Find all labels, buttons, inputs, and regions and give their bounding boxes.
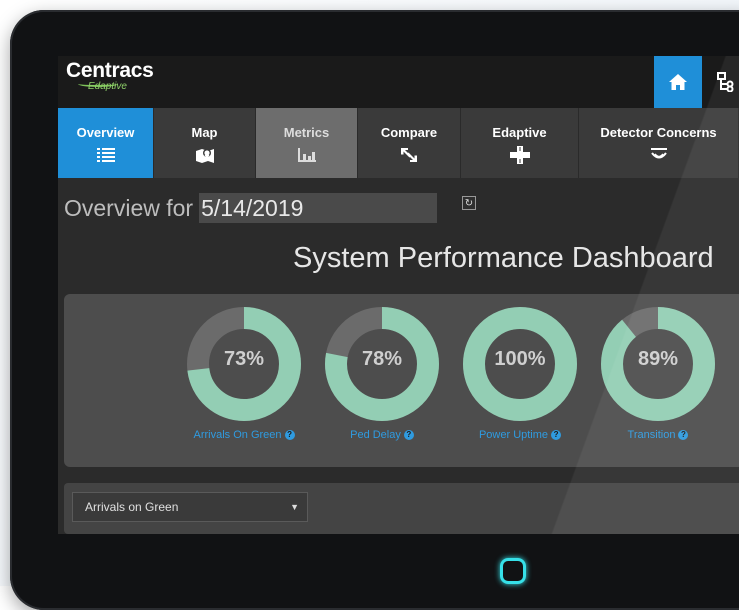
info-icon[interactable]: ?	[551, 430, 562, 440]
overview-label: Overview for	[64, 194, 194, 221]
tab-label: Compare	[380, 125, 438, 140]
tab-map[interactable]: Map	[154, 108, 256, 178]
app-screen: Centracs Edaptive Overview Map Metrics C…	[58, 56, 739, 534]
chevron-down-icon: ▼	[290, 502, 299, 512]
date-field[interactable]: 5/14/2019	[199, 193, 438, 223]
sitemap-icon	[717, 72, 734, 92]
top-bar: Centracs Edaptive	[58, 56, 739, 108]
tab-label: Overview	[76, 125, 135, 140]
tab-edaptive[interactable]: Edaptive	[461, 108, 579, 178]
dashboard-title: System Performance Dashboard	[293, 242, 714, 274]
logo-text: Centracs	[66, 59, 154, 82]
tab-metrics[interactable]: Metrics	[256, 108, 358, 178]
metric-select-bar: Arrivals on Green ▼	[64, 483, 739, 534]
gauge-value: 78%	[361, 348, 403, 370]
hierarchy-button[interactable]	[706, 56, 739, 108]
info-icon[interactable]: ?	[284, 430, 295, 440]
info-icon[interactable]: ?	[403, 430, 414, 440]
overview-header: Overview for 5/14/2019	[64, 193, 438, 223]
gauge-power-uptime[interactable]: 100% Power Uptime?	[460, 304, 580, 441]
gauge-label-text: Power Uptime	[478, 429, 549, 441]
tab-label: Metrics	[283, 125, 330, 140]
gauge-label[interactable]: Arrivals On Green?	[164, 429, 324, 441]
refresh-button[interactable]: ↻	[462, 196, 476, 210]
detector-icon	[649, 146, 669, 164]
gauge-label[interactable]: Transition?	[578, 429, 738, 441]
gauge-value: 100%	[494, 348, 546, 370]
info-icon[interactable]: ?	[678, 430, 689, 440]
home-button[interactable]	[654, 56, 702, 108]
bar-chart-icon	[297, 146, 317, 164]
tablet-home-button[interactable]	[500, 558, 526, 584]
tab-label: Detector Concerns	[600, 125, 717, 140]
logo-subtitle: Edaptive	[88, 81, 127, 92]
metric-select[interactable]: Arrivals on Green ▼	[72, 492, 308, 522]
tab-label: Map	[191, 125, 218, 140]
arrows-icon	[399, 146, 419, 164]
tab-compare[interactable]: Compare	[358, 108, 461, 178]
gauge-value: 73%	[223, 348, 265, 370]
centracs-logo: Centracs Edaptive	[66, 59, 154, 92]
home-icon	[669, 74, 687, 90]
gauge-arrivals-on-green[interactable]: 73% Arrivals On Green?	[184, 304, 304, 441]
tab-label: Edaptive	[492, 125, 547, 140]
gauge-label-text: Arrivals On Green	[193, 429, 282, 441]
tab-detector-concerns[interactable]: Detector Concerns	[579, 108, 739, 178]
gauge-label[interactable]: Ped Delay?	[302, 429, 462, 441]
gauge-label-text: Ped Delay	[350, 429, 401, 441]
main-nav: Overview Map Metrics Compare Edaptive De…	[58, 108, 739, 178]
gauge-label-text: Transition	[627, 429, 676, 441]
gauge-value: 89%	[637, 348, 679, 370]
intersection-icon	[509, 146, 530, 164]
metric-select-value: Arrivals on Green	[85, 500, 179, 514]
tab-overview[interactable]: Overview	[58, 108, 154, 178]
gauge-label[interactable]: Power Uptime?	[440, 429, 600, 441]
map-pin-icon	[195, 146, 215, 164]
gauges-panel: 73% Arrivals On Green? 78% Ped Delay? 10…	[64, 294, 739, 467]
refresh-icon: ↻	[464, 198, 474, 209]
list-icon	[96, 146, 115, 164]
gauge-transition[interactable]: 89% Transition?	[598, 304, 718, 441]
gauge-ped-delay[interactable]: 78% Ped Delay?	[322, 304, 442, 441]
